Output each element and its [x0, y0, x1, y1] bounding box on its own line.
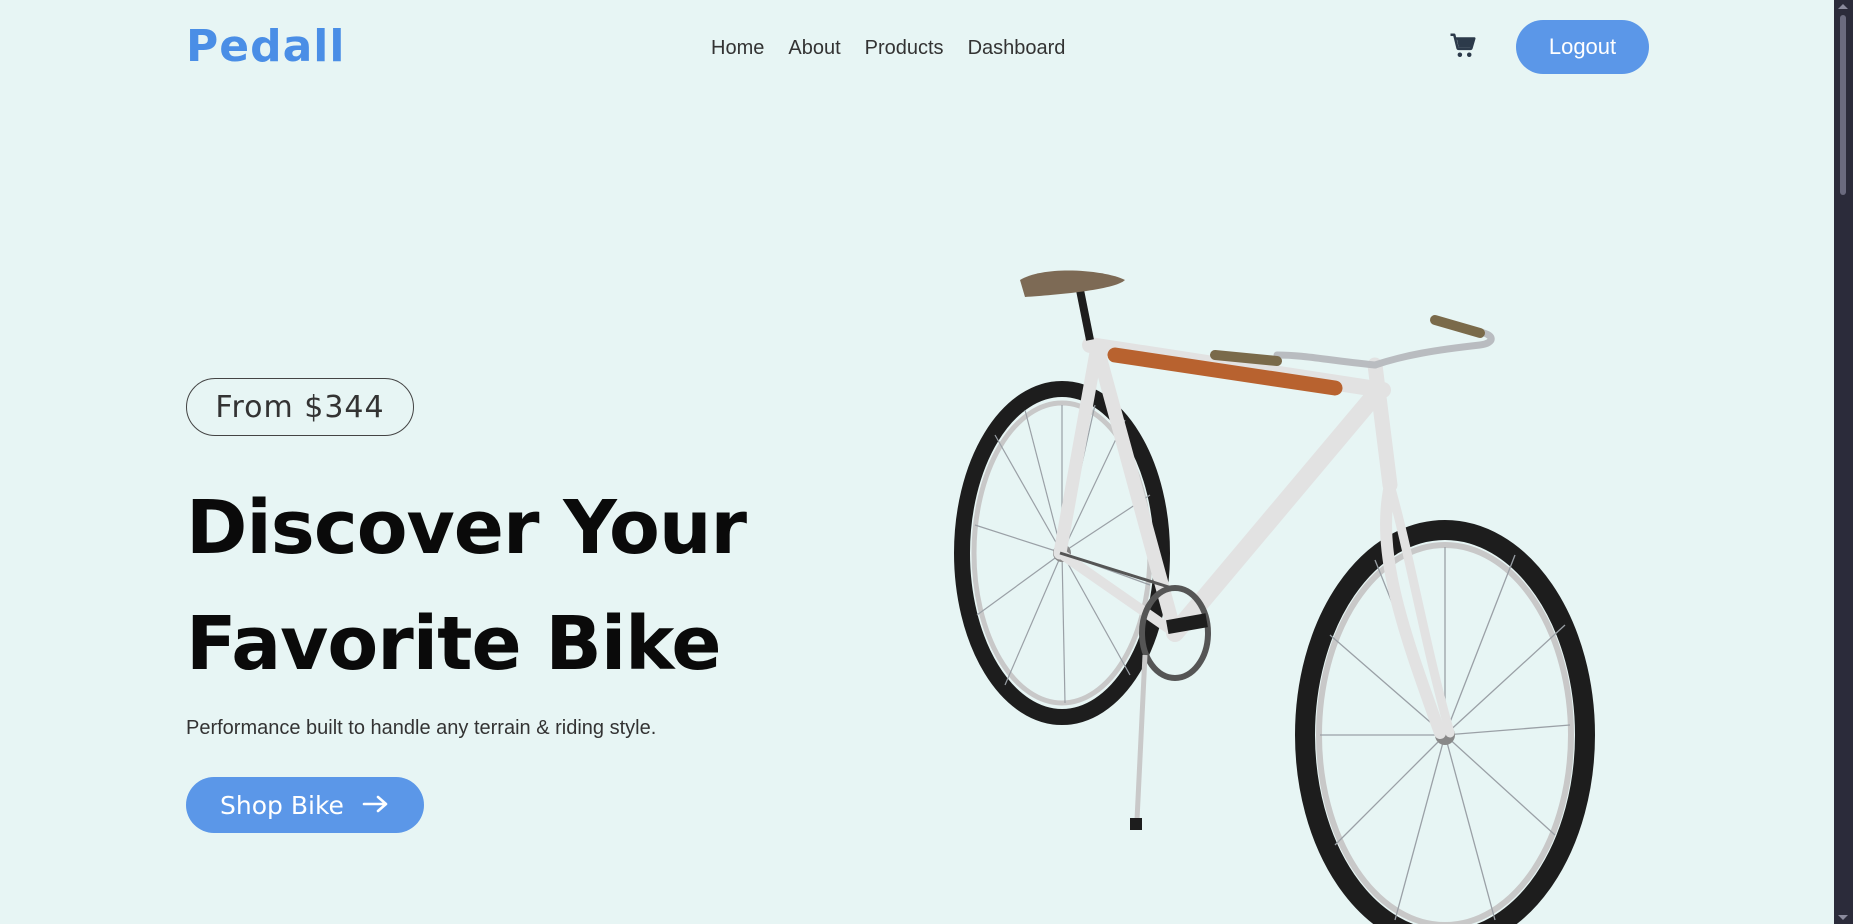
bike-image [954, 270, 1595, 924]
hero-subtitle: Performance built to handle any terrain … [186, 717, 657, 739]
scroll-down-icon[interactable] [1838, 915, 1848, 920]
shop-bike-button[interactable]: Shop Bike [186, 777, 424, 833]
scroll-thumb[interactable] [1840, 15, 1846, 195]
main-nav: Home About Products Dashboard [711, 36, 1065, 60]
bike-saddle [1020, 270, 1125, 341]
site-header: Pedall Home About Products Dashboard Log… [0, 0, 1834, 95]
bike-frame [1053, 337, 1455, 739]
shop-bike-label: Shop Bike [220, 790, 344, 820]
logo[interactable]: Pedall [186, 22, 345, 72]
nav-home[interactable]: Home [711, 36, 764, 60]
hero-title-line2: Favorite Bike [186, 601, 722, 687]
nav-dashboard[interactable]: Dashboard [968, 36, 1066, 60]
cart-icon[interactable] [1448, 31, 1478, 61]
nav-products[interactable]: Products [865, 36, 944, 60]
hero-title: Discover Your Favorite Bike [186, 470, 886, 702]
page: Pedall Home About Products Dashboard Log… [0, 0, 1853, 924]
bike-drivetrain [1059, 551, 1211, 830]
scroll-up-icon[interactable] [1838, 4, 1848, 9]
hero-title-line1: Discover Your [186, 485, 747, 571]
arrow-right-icon [362, 791, 390, 820]
nav-about[interactable]: About [788, 36, 840, 60]
bike-handlebars [1210, 315, 1495, 369]
price-badge: From $344 [186, 378, 414, 436]
logout-button[interactable]: Logout [1516, 20, 1649, 74]
scrollbar[interactable] [1834, 0, 1853, 924]
